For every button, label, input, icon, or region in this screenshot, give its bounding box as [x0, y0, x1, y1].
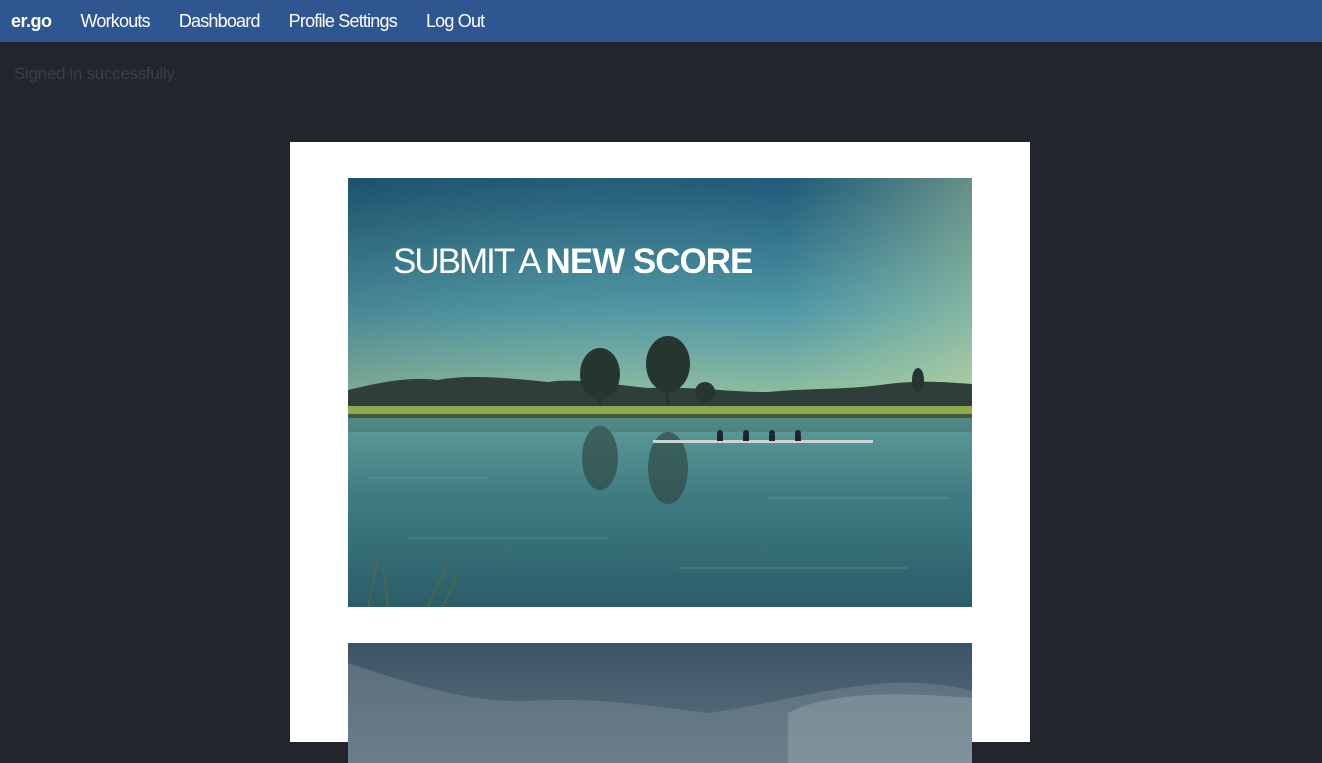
card-title: SUBMIT A NEW SCORE	[393, 242, 754, 282]
submit-new-score-card[interactable]: SUBMIT A NEW SCORE	[348, 178, 972, 607]
nav-link-log-out[interactable]: Log Out	[426, 11, 485, 32]
nav-link-profile-settings[interactable]: Profile Settings	[289, 11, 398, 32]
flash-notice: Signed in successfully.	[14, 64, 178, 83]
second-card[interactable]	[348, 643, 972, 763]
card-title-bold: NEW SCORE	[545, 242, 754, 281]
card-title-light: SUBMIT A	[393, 242, 540, 281]
nav-link-dashboard[interactable]: Dashboard	[179, 11, 261, 32]
brand-logo-link[interactable]: er.go	[11, 11, 52, 32]
sky-image	[348, 643, 972, 763]
top-navbar: er.go Workouts Dashboard Profile Setting…	[0, 0, 1322, 42]
nav-link-workouts[interactable]: Workouts	[81, 11, 151, 32]
main-panel: SUBMIT A NEW SCORE	[290, 142, 1030, 763]
